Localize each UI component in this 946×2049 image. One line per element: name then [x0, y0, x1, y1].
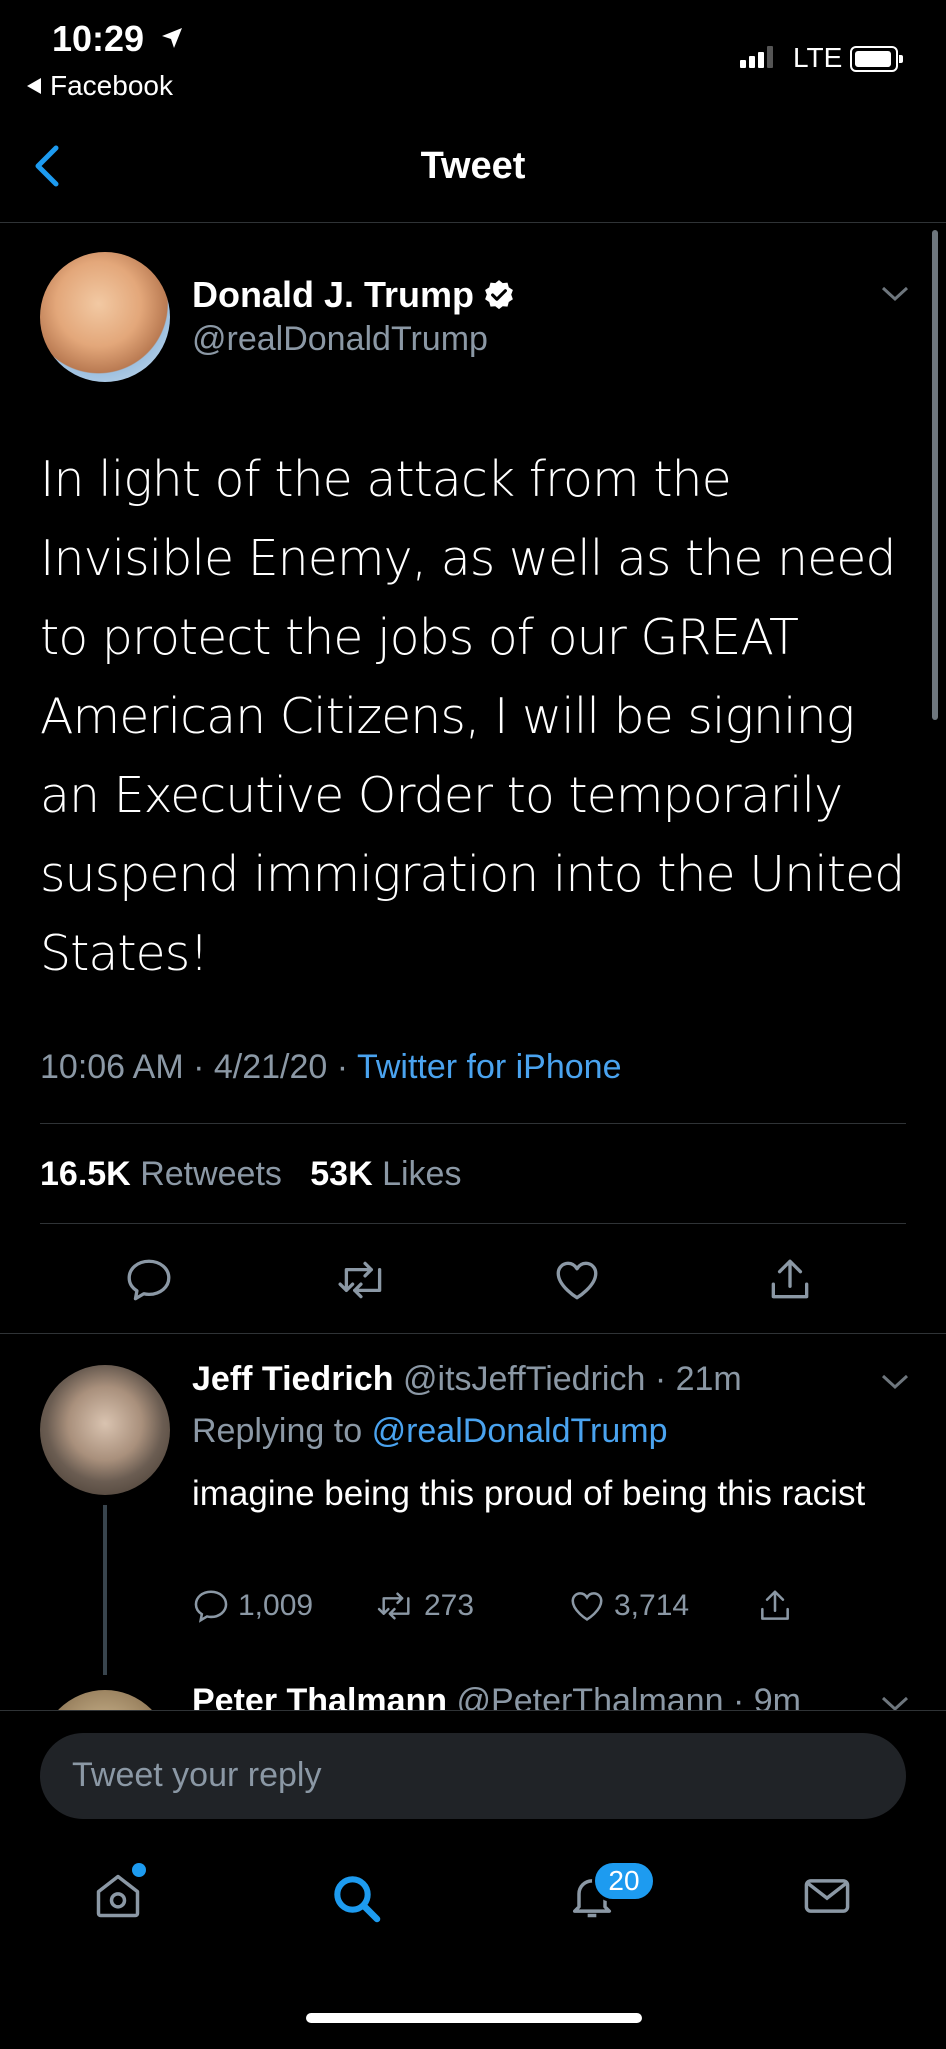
tweet-source-link[interactable]: Twitter for iPhone [357, 1048, 622, 1086]
header-divider [0, 222, 946, 223]
retweet-icon [377, 1592, 410, 1620]
likes-stat[interactable]: 53K Likes [310, 1155, 461, 1193]
likes-label: Likes [382, 1155, 462, 1193]
back-triangle-icon [27, 78, 41, 94]
reply-icon [194, 1590, 228, 1623]
reply-author-avatar[interactable] [40, 1365, 170, 1495]
reply-header: Jeff Tiedrich @itsJeffTiedrich · 21m [192, 1360, 742, 1399]
reply-retweets-button[interactable]: 273 [376, 1587, 474, 1625]
author-avatar[interactable] [40, 252, 170, 382]
tweet-date: 4/21/20 [213, 1048, 328, 1086]
share-icon [761, 1590, 789, 1620]
retweet-icon[interactable] [336, 1255, 390, 1305]
author-name[interactable]: Donald J. Trump [192, 274, 516, 316]
reply-share-button[interactable] [756, 1587, 794, 1625]
notifications-badge: 20 [592, 1860, 656, 1902]
tweet-meta: 10:06 AM · 4/21/20 · Twitter for iPhone [40, 1048, 622, 1086]
reply-likes-count: 3,714 [614, 1589, 690, 1622]
messages-icon[interactable] [800, 1870, 854, 1922]
replying-to: Replying to @realDonaldTrump [192, 1412, 668, 1451]
reply-replies-count: 1,009 [238, 1589, 314, 1622]
reply-icon[interactable] [124, 1255, 174, 1305]
meta-divider [40, 1123, 906, 1124]
home-indicator[interactable] [306, 2013, 642, 2023]
reply-chevron-down-icon[interactable] [880, 1372, 910, 1392]
like-icon[interactable] [552, 1255, 602, 1305]
reply-likes-button[interactable]: 3,714 [568, 1587, 689, 1625]
replying-to-label: Replying to [192, 1412, 363, 1450]
back-to-app-button[interactable]: Facebook [26, 70, 173, 102]
back-app-label: Facebook [50, 70, 173, 101]
scrollbar[interactable] [932, 230, 938, 720]
replying-to-handle[interactable]: @realDonaldTrump [372, 1412, 668, 1450]
signal-icon [740, 46, 773, 68]
reply-input-placeholder: Tweet your reply [72, 1756, 322, 1794]
retweets-count: 16.5K [40, 1155, 131, 1193]
home-icon[interactable] [92, 1870, 144, 1922]
chevron-down-icon[interactable] [880, 284, 910, 304]
thread-line [103, 1505, 107, 1675]
actions-divider [0, 1333, 946, 1334]
stats-divider [40, 1223, 906, 1224]
retweets-label: Retweets [140, 1155, 282, 1193]
author-name-label: Donald J. Trump [192, 274, 475, 315]
tweet-time: 10:06 AM [40, 1048, 184, 1086]
reply-author-handle[interactable]: @itsJeffTiedrich · 21m [403, 1360, 742, 1398]
location-arrow-icon [162, 28, 182, 48]
author-handle[interactable]: @realDonaldTrump [192, 320, 488, 359]
retweets-stat[interactable]: 16.5K Retweets [40, 1155, 282, 1193]
tweet-stats: 16.5K Retweets 53K Likes [40, 1155, 461, 1194]
tweet-text: In light of the attack from the Invisibl… [40, 451, 905, 982]
reply-author-name[interactable]: Jeff Tiedrich [192, 1360, 394, 1398]
page-title: Tweet [420, 145, 526, 187]
reply-text: imagine being this proud of being this r… [192, 1474, 866, 1513]
verified-badge-icon [485, 280, 513, 310]
reply-retweets-count: 273 [424, 1589, 475, 1622]
network-label: LTE [793, 42, 843, 73]
battery-icon [850, 46, 903, 72]
like-icon [571, 1592, 603, 1621]
likes-count: 53K [310, 1155, 373, 1193]
home-new-dot [132, 1863, 146, 1877]
search-icon[interactable] [328, 1870, 384, 1926]
status-time: 10:29 [52, 18, 145, 59]
reply-replies-button[interactable]: 1,009 [192, 1587, 313, 1625]
share-icon[interactable] [765, 1255, 815, 1305]
